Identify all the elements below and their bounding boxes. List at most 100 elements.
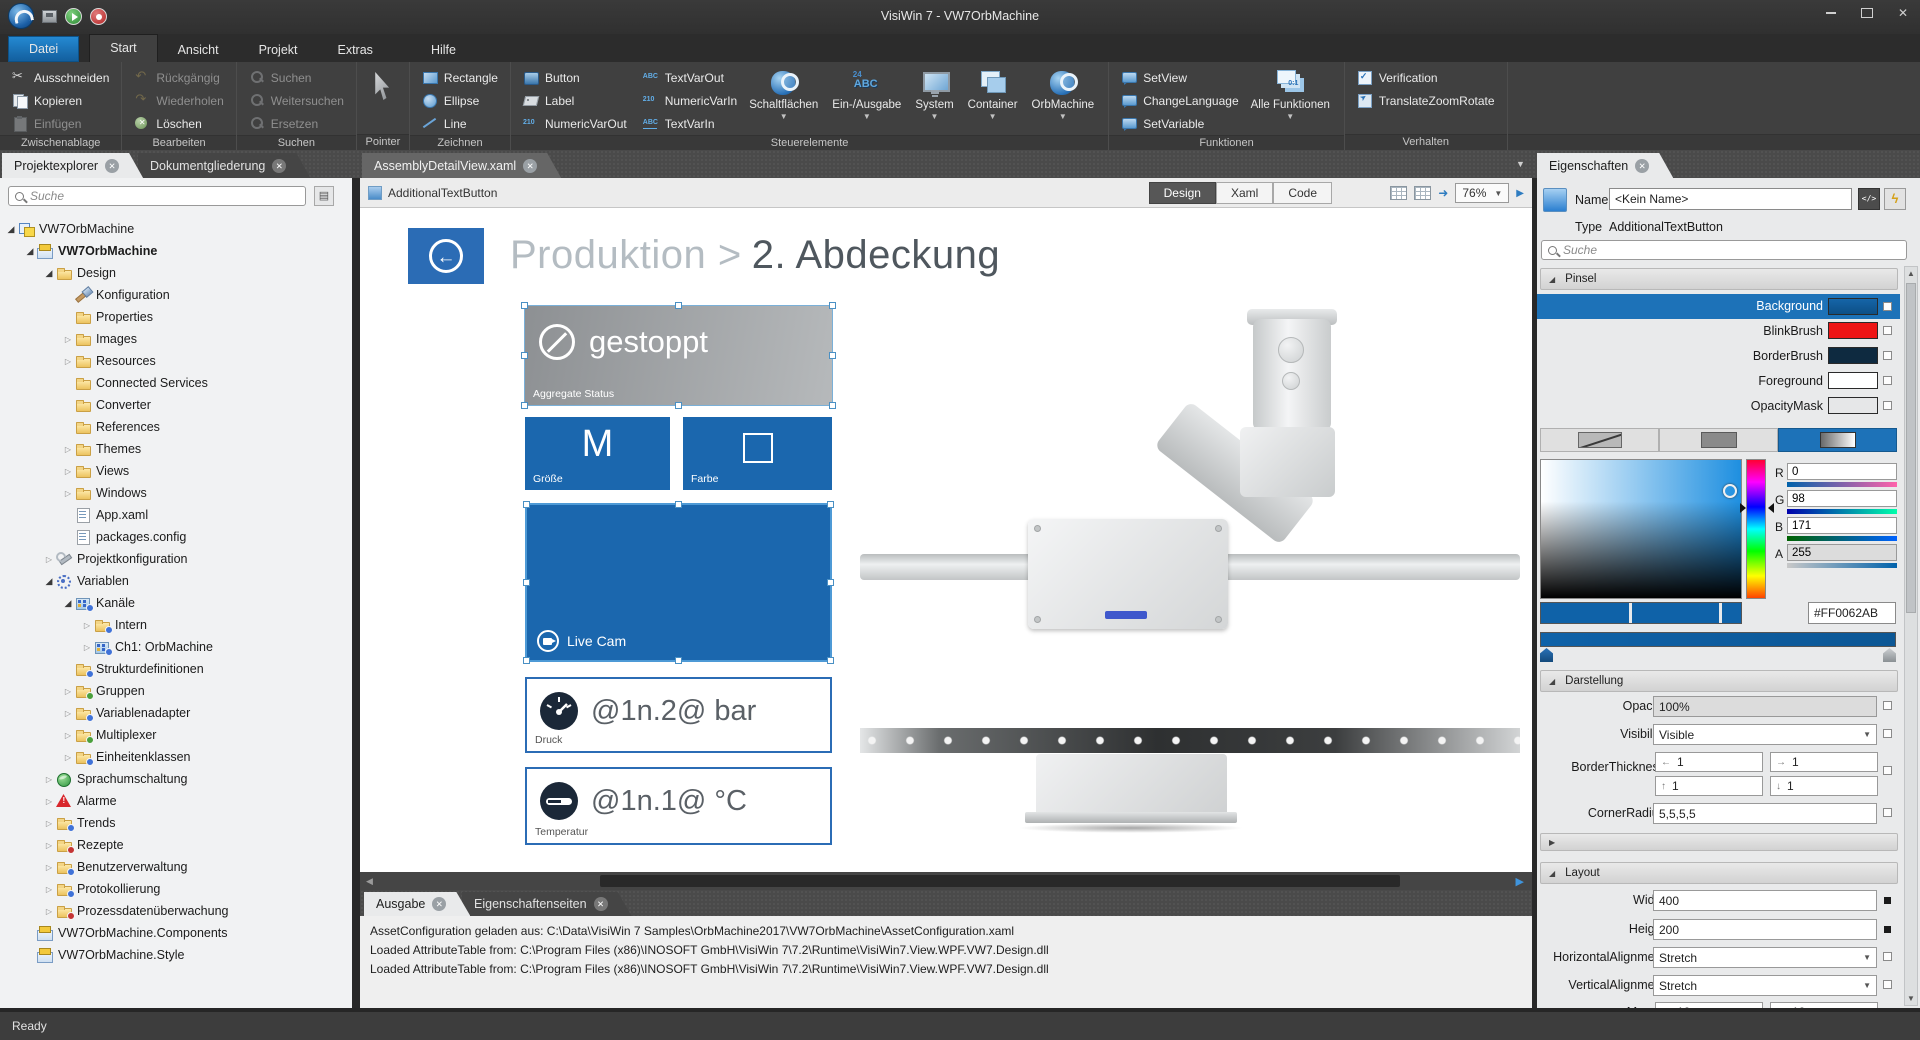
tree-item-connected-services[interactable]: Connected Services	[0, 372, 352, 394]
menu-hilfe[interactable]: Hilfe	[411, 38, 476, 62]
borderthickness-checkbox[interactable]	[1883, 766, 1892, 775]
changelanguage-button[interactable]: ChangeLanguage	[1116, 89, 1243, 112]
replace-button[interactable]: Ersetzen	[244, 112, 349, 135]
opacitymask-checkbox[interactable]	[1883, 401, 1892, 410]
copy-button[interactable]: Kopieren	[7, 89, 114, 112]
bt-left-field[interactable]: ←1	[1655, 752, 1763, 772]
opacity-checkbox[interactable]	[1883, 701, 1892, 710]
tree-collapsed-arrow-icon[interactable]: ▷	[42, 885, 56, 894]
tree-collapsed-arrow-icon[interactable]: ▷	[42, 841, 56, 850]
scroll-right-icon[interactable]: ▶	[1510, 875, 1530, 888]
menu-projekt[interactable]: Projekt	[239, 38, 318, 62]
tree-item-resources[interactable]: ▷Resources	[0, 350, 352, 372]
bt-top-field[interactable]: ↑1	[1655, 776, 1763, 796]
blinkbrush-checkbox[interactable]	[1883, 326, 1892, 335]
halign-checkbox[interactable]	[1883, 952, 1892, 961]
tree-item-kanäle[interactable]: ◢Kanäle	[0, 592, 352, 614]
ein-ausgabe-dropdown[interactable]: Ein-/Ausgabe▼	[825, 66, 908, 135]
tree-item-windows[interactable]: ▷Windows	[0, 482, 352, 504]
verification-button[interactable]: Verification	[1352, 66, 1500, 89]
view-design-button[interactable]: Design	[1149, 182, 1216, 204]
close-icon[interactable]: ✕	[105, 159, 119, 173]
bt-bottom-field[interactable]: ↓1	[1770, 776, 1878, 796]
tree-item-design[interactable]: ◢Design	[0, 262, 352, 284]
delete-button[interactable]: Löschen	[129, 112, 228, 135]
tree-expanded-arrow-icon[interactable]: ◢	[42, 576, 56, 587]
translatezoomrotate-button[interactable]: TranslateZoomRotate	[1352, 89, 1500, 112]
pressure-tile[interactable]: @1n.2@ bar Druck	[525, 677, 832, 753]
tree-item-app-xaml[interactable]: App.xaml	[0, 504, 352, 526]
aggregate-status-tile[interactable]: gestoppt Aggregate Status	[525, 306, 832, 405]
tree-item-sprachumschaltung[interactable]: ▷Sprachumschaltung	[0, 768, 352, 790]
tree-collapsed-arrow-icon[interactable]: ▷	[61, 731, 75, 740]
borderbrush-swatch[interactable]	[1828, 347, 1878, 364]
ellipse-tool[interactable]: Ellipse	[417, 89, 503, 112]
opacity-field[interactable]: 100%	[1653, 696, 1877, 717]
scroll-left-icon[interactable]: ◀	[360, 876, 379, 887]
temperature-tile[interactable]: @1n.1@ °C Temperatur	[525, 767, 832, 845]
zoom-select[interactable]: 76%▼	[1455, 183, 1509, 203]
tree-item-vw7orbmachine-components[interactable]: VW7OrbMachine.Components	[0, 922, 352, 944]
snaplines-toggle-icon[interactable]	[1414, 186, 1431, 200]
textvarin-control[interactable]: TextVarIn	[638, 112, 742, 135]
a-input[interactable]	[1787, 544, 1897, 561]
gradient-bar[interactable]	[1540, 632, 1896, 647]
tab-eigenschaften[interactable]: Eigenschaften✕	[1537, 153, 1673, 178]
width-set-marker[interactable]	[1884, 897, 1891, 904]
color-cursor[interactable]	[1723, 484, 1737, 498]
tree-item-properties[interactable]: Properties	[0, 306, 352, 328]
setview-button[interactable]: SetView	[1116, 66, 1243, 89]
tree-collapsed-arrow-icon[interactable]: ▷	[61, 335, 75, 344]
tree-item-projektkonfiguration[interactable]: ▷Projektkonfiguration	[0, 548, 352, 570]
menu-datei[interactable]: Datei	[8, 36, 79, 62]
tree-item-einheitenklassen[interactable]: ▷Einheitenklassen	[0, 746, 352, 768]
gradient-stop-handle-left[interactable]	[1540, 648, 1553, 662]
scrollbar-thumb[interactable]	[1906, 283, 1916, 613]
size-tile[interactable]: M Größe	[525, 417, 670, 490]
cornerradius-field[interactable]: 5,5,5,5	[1653, 803, 1877, 824]
tree-item-vw7orbmachine[interactable]: ◢VW7OrbMachine	[0, 240, 352, 262]
view-xaml-button[interactable]: Xaml	[1216, 182, 1273, 204]
redo-button[interactable]: Wiederholen	[129, 89, 228, 112]
find-button[interactable]: Suchen	[244, 66, 349, 89]
tree-collapsed-arrow-icon[interactable]: ▷	[80, 621, 94, 630]
tree-item-konfiguration[interactable]: Konfiguration	[0, 284, 352, 306]
tree-collapsed-arrow-icon[interactable]: ▷	[61, 489, 75, 498]
menu-extras[interactable]: Extras	[318, 38, 393, 62]
tree-collapsed-arrow-icon[interactable]: ▷	[42, 797, 56, 806]
collapse-all-button[interactable]: ▤	[314, 186, 334, 206]
bt-right-field[interactable]: →1	[1770, 752, 1878, 772]
tree-expanded-arrow-icon[interactable]: ◢	[23, 246, 37, 257]
more-properties-expander[interactable]: ▶	[1540, 833, 1898, 851]
close-button[interactable]: ✕	[1892, 4, 1914, 22]
tree-expanded-arrow-icon[interactable]: ◢	[4, 224, 18, 235]
tree-item-themes[interactable]: ▷Themes	[0, 438, 352, 460]
fit-arrow-icon[interactable]: ➜	[1438, 186, 1448, 200]
code-binding-button[interactable]: </>	[1858, 188, 1880, 210]
tree-item-vw7orbmachine[interactable]: ◢VW7OrbMachine	[0, 218, 352, 240]
hue-slider[interactable]	[1746, 459, 1766, 599]
tree-collapsed-arrow-icon[interactable]: ▷	[80, 643, 94, 652]
gradient-brush-segment[interactable]	[1778, 428, 1897, 452]
section-layout[interactable]: ◢ Layout	[1540, 862, 1898, 884]
saturation-value-picker[interactable]	[1540, 459, 1742, 599]
button-control[interactable]: Button	[518, 66, 632, 89]
tab-document[interactable]: AssemblyDetailView.xaml✕	[362, 153, 561, 178]
back-button-tile[interactable]: ←	[408, 228, 484, 284]
tree-item-intern[interactable]: ▷Intern	[0, 614, 352, 636]
tree-collapsed-arrow-icon[interactable]: ▷	[61, 357, 75, 366]
setvariable-button[interactable]: SetVariable	[1116, 112, 1243, 135]
height-field[interactable]: 200	[1653, 919, 1877, 940]
view-code-button[interactable]: Code	[1273, 182, 1332, 204]
tree-item-images[interactable]: ▷Images	[0, 328, 352, 350]
foreground-swatch[interactable]	[1828, 372, 1878, 389]
cornerradius-checkbox[interactable]	[1883, 808, 1892, 817]
background-checkbox[interactable]	[1883, 302, 1892, 311]
canvas-horizontal-scrollbar[interactable]: ◀ ▶	[360, 872, 1532, 890]
breadcrumb[interactable]: AdditionalTextButton	[388, 186, 497, 200]
tree-item-rezepte[interactable]: ▷Rezepte	[0, 834, 352, 856]
tree-item-variablen[interactable]: ◢Variablen	[0, 570, 352, 592]
tree-item-ch1-orbmachine[interactable]: ▷Ch1: OrbMachine	[0, 636, 352, 658]
cut-button[interactable]: Ausschneiden	[7, 66, 114, 89]
output-panel[interactable]: AssetConfiguration geladen aus: C:\Data\…	[360, 916, 1532, 1008]
